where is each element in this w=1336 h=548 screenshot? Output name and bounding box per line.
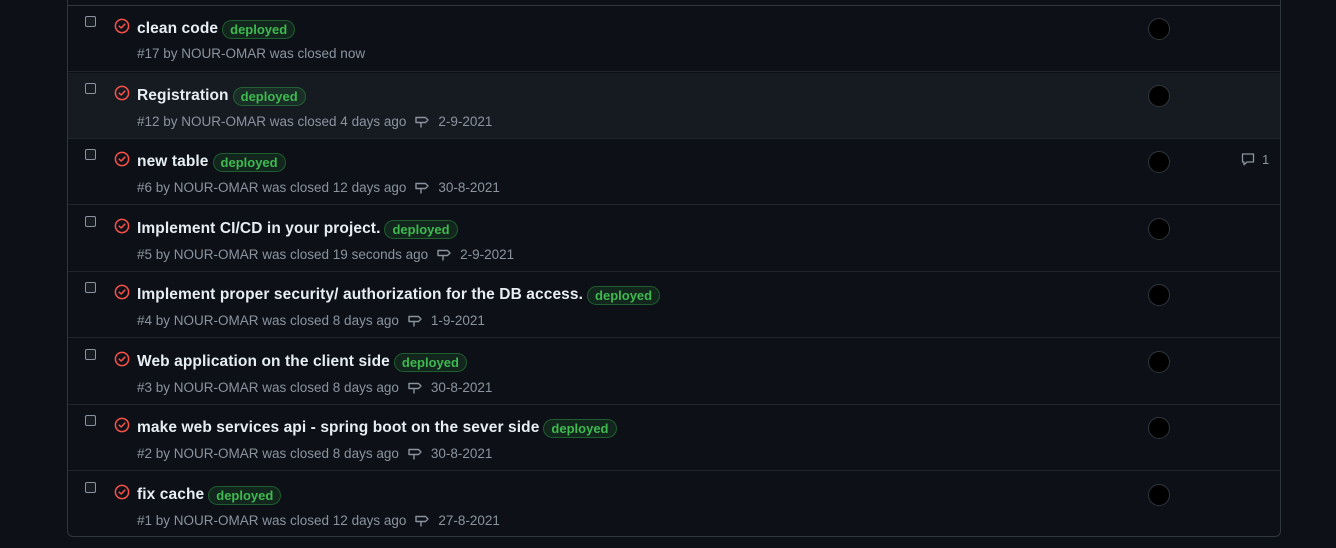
milestone-link[interactable]: 1-9-2021 — [407, 312, 485, 328]
comment-icon — [1240, 151, 1259, 167]
issue-meta-text: #12 by NOUR-OMAR was closed 4 days ago — [137, 113, 407, 129]
assignee-avatar[interactable] — [1148, 85, 1170, 107]
issue-meta: #3 by NOUR-OMAR was closed 8 days ago 30-… — [137, 379, 492, 395]
milestone-icon — [436, 246, 456, 262]
milestone-label: 1-9-2021 — [430, 312, 485, 328]
issue-title-link[interactable]: new table — [137, 153, 209, 171]
assignee-avatar[interactable] — [1148, 18, 1170, 40]
milestone-link[interactable]: 27-8-2021 — [414, 512, 500, 528]
select-issue-checkbox[interactable] — [85, 415, 96, 426]
issue-closed-icon — [114, 218, 130, 234]
issue-meta: #17 by NOUR-OMAR was closed now — [137, 46, 365, 61]
issue-meta: #5 by NOUR-OMAR was closed 19 seconds ag… — [137, 246, 514, 262]
select-issue-checkbox[interactable] — [85, 149, 96, 160]
deployed-label[interactable]: deployed — [232, 86, 306, 106]
issue-meta-text: #1 by NOUR-OMAR was closed 12 days ago — [137, 512, 407, 528]
issue-title-line: clean code deployed — [137, 18, 296, 40]
milestone-icon — [414, 179, 434, 195]
select-issue-checkbox[interactable] — [85, 349, 96, 360]
issue-row[interactable]: Web application on the client side deploy… — [68, 339, 1280, 405]
issue-row[interactable]: Implement CI/CD in your project. deployed… — [68, 206, 1280, 272]
issue-row[interactable]: new table deployed #6 by NOUR-OMAR was clo… — [68, 139, 1280, 205]
select-issue-checkbox[interactable] — [85, 16, 96, 27]
issue-title-link[interactable]: Web application on the client side — [137, 353, 390, 371]
issue-meta: #12 by NOUR-OMAR was closed 4 days ago 2-… — [137, 113, 492, 129]
issue-title-line: Registration deployed — [137, 85, 306, 107]
issue-meta-text: #17 by NOUR-OMAR was closed now — [137, 46, 366, 61]
issue-row[interactable]: Registration deployed #12 by NOUR-OMAR was… — [68, 73, 1280, 139]
deployed-label[interactable]: deployed — [212, 152, 286, 172]
issue-row[interactable]: make web services api - spring boot on t… — [68, 405, 1280, 471]
issue-closed-icon — [114, 284, 130, 300]
deployed-label[interactable]: deployed — [222, 19, 296, 39]
issue-title-line: Web application on the client side deploy… — [137, 351, 467, 373]
issue-title-link[interactable]: make web services api - spring boot on t… — [137, 419, 539, 437]
deployed-label[interactable]: deployed — [384, 219, 458, 239]
issue-title-link[interactable]: Implement proper security/ authorization… — [137, 286, 583, 304]
issue-meta: #1 by NOUR-OMAR was closed 12 days ago 27… — [137, 512, 500, 528]
milestone-link[interactable]: 30-8-2021 — [407, 445, 493, 461]
milestone-link[interactable]: 2-9-2021 — [436, 246, 514, 262]
assignee-avatar[interactable] — [1148, 284, 1170, 306]
issue-meta-text: #2 by NOUR-OMAR was closed 8 days ago — [137, 445, 399, 461]
milestone-icon — [407, 312, 427, 328]
issue-title-line: fix cache deployed — [137, 484, 282, 506]
issue-meta: #4 by NOUR-OMAR was closed 8 days ago 1-9… — [137, 312, 485, 328]
issue-title-link[interactable]: Registration — [137, 87, 229, 105]
issue-closed-icon — [114, 85, 130, 101]
issue-closed-icon — [114, 484, 130, 500]
issue-title-link[interactable]: clean code — [137, 20, 218, 38]
assignee-avatar[interactable] — [1148, 151, 1170, 173]
milestone-icon — [414, 113, 434, 129]
issue-row[interactable]: Implement proper security/ authorization… — [68, 272, 1280, 338]
issue-meta-text: #3 by NOUR-OMAR was closed 8 days ago — [137, 379, 399, 395]
issue-closed-icon — [114, 417, 130, 433]
issue-meta-text: #5 by NOUR-OMAR was closed 19 seconds ag… — [137, 246, 429, 262]
deployed-label[interactable]: deployed — [587, 285, 661, 305]
issue-closed-icon — [114, 18, 130, 34]
issue-row[interactable]: fix cache deployed #1 by NOUR-OMAR was clo… — [68, 472, 1280, 532]
deployed-label[interactable]: deployed — [543, 418, 617, 438]
milestone-link[interactable]: 30-8-2021 — [414, 179, 500, 195]
deployed-label[interactable]: deployed — [208, 485, 282, 505]
assignee-avatar[interactable] — [1148, 484, 1170, 506]
issue-closed-icon — [114, 151, 130, 167]
issue-title-link[interactable]: Implement CI/CD in your project. — [137, 220, 380, 238]
issue-closed-icon — [114, 351, 130, 367]
milestone-label: 30-8-2021 — [430, 379, 493, 395]
comment-count: 1 — [1262, 151, 1270, 167]
milestone-link[interactable]: 2-9-2021 — [414, 113, 492, 129]
milestone-icon — [407, 445, 427, 461]
issue-title-line: Implement CI/CD in your project. deployed — [137, 218, 458, 240]
issue-title-line: Implement proper security/ authorization… — [137, 284, 661, 306]
milestone-label: 2-9-2021 — [460, 246, 515, 262]
issue-row[interactable]: clean code deployed #17 by NOUR-OMAR was c… — [68, 6, 1280, 72]
milestone-link[interactable]: 30-8-2021 — [407, 379, 493, 395]
issue-meta-text: #4 by NOUR-OMAR was closed 8 days ago — [137, 312, 399, 328]
select-issue-checkbox[interactable] — [85, 282, 96, 293]
milestone-label: 30-8-2021 — [430, 445, 493, 461]
issue-title-link[interactable]: fix cache — [137, 486, 204, 504]
milestone-icon — [407, 379, 427, 395]
issue-meta: #2 by NOUR-OMAR was closed 8 days ago 30-… — [137, 445, 492, 461]
assignee-avatar[interactable] — [1148, 218, 1170, 240]
assignee-avatar[interactable] — [1148, 417, 1170, 439]
select-issue-checkbox[interactable] — [85, 216, 96, 227]
milestone-label: 2-9-2021 — [438, 113, 493, 129]
comments-link[interactable]: 1 — [1240, 151, 1269, 167]
milestone-icon — [414, 512, 434, 528]
deployed-label[interactable]: deployed — [393, 352, 467, 372]
select-issue-checkbox[interactable] — [85, 482, 96, 493]
assignee-avatar[interactable] — [1148, 351, 1170, 373]
issues-list: clean code deployed #17 by NOUR-OMAR was c… — [67, 0, 1281, 537]
select-issue-checkbox[interactable] — [85, 83, 96, 94]
issue-meta-text: #6 by NOUR-OMAR was closed 12 days ago — [137, 179, 407, 195]
issue-title-line: new table deployed — [137, 151, 286, 173]
milestone-label: 30-8-2021 — [438, 179, 500, 195]
issue-meta: #6 by NOUR-OMAR was closed 12 days ago 30… — [137, 179, 500, 195]
issue-title-line: make web services api - spring boot on t… — [137, 417, 617, 439]
milestone-label: 27-8-2021 — [438, 512, 500, 528]
